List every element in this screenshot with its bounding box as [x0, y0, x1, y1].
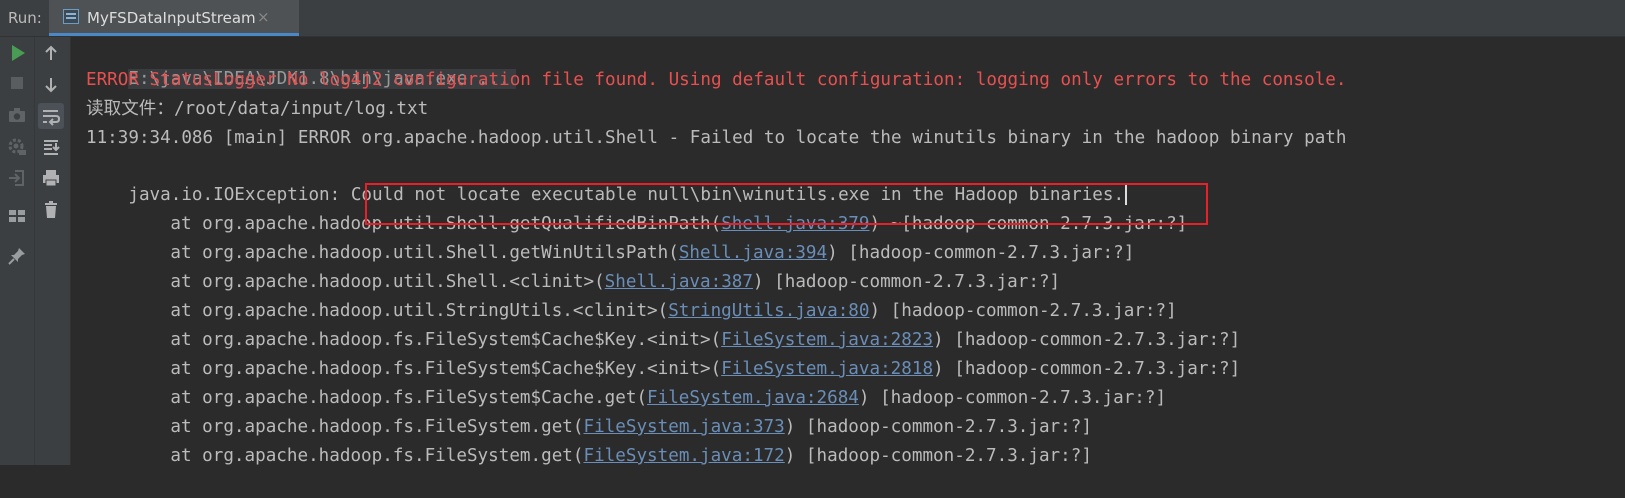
toolbar-divider [34, 37, 35, 465]
stack-frame: at org.apache.hadoop.util.Shell.<clinit>… [170, 272, 1061, 292]
settings-icon[interactable] [4, 134, 30, 160]
read-file-line: 读取文件：/root/data/input/log.txt [86, 99, 429, 119]
run-toolbar [0, 37, 71, 465]
source-link[interactable]: FileSystem.java:172 [583, 446, 784, 466]
login-icon[interactable] [4, 165, 30, 191]
tab-label: MyFSDataInputStream [87, 9, 256, 27]
stop-icon[interactable] [4, 70, 30, 96]
console-output[interactable]: E:\java\IDEA\JDK1.8\bin\java.exe ... ERR… [71, 37, 1625, 466]
stack-frame: at org.apache.hadoop.fs.FileSystem.get(F… [170, 446, 1092, 466]
tab-myfsdatainputstream[interactable]: MyFSDataInputStream × [49, 0, 299, 36]
pin-icon[interactable] [4, 243, 30, 269]
exception-line: java.io.IOException: Could not locate ex… [86, 153, 1128, 205]
camera-icon[interactable] [4, 102, 30, 128]
annotation-highlight-box [365, 183, 1208, 225]
console-tab-icon [63, 9, 79, 24]
stack-frame: at org.apache.hadoop.fs.FileSystem$Cache… [170, 330, 1241, 350]
stack-frame: at org.apache.hadoop.fs.FileSystem$Cache… [170, 359, 1241, 379]
log4j-error-line: ERROR StatusLogger No log4j2 configurati… [86, 70, 1347, 90]
stack-frame: at org.apache.hadoop.fs.FileSystem$Cache… [170, 388, 1167, 408]
run-icon[interactable] [4, 40, 30, 66]
stack-frame: at org.apache.hadoop.util.StringUtils.<c… [170, 301, 1177, 321]
soft-wrap-icon[interactable] [38, 103, 64, 129]
run-tool-window-header: Run: MyFSDataInputStream × [0, 0, 1625, 37]
print-icon[interactable] [38, 165, 64, 191]
scroll-to-end-icon[interactable] [38, 134, 64, 160]
close-icon[interactable]: × [257, 8, 270, 26]
stack-frame: at org.apache.hadoop.fs.FileSystem.get(F… [170, 417, 1092, 437]
run-label: Run: [8, 9, 42, 27]
arrow-down-icon[interactable] [38, 72, 64, 98]
layout-icon[interactable] [4, 203, 30, 229]
arrow-up-icon[interactable] [38, 40, 64, 66]
shell-error-line: 11:39:34.086 [main] ERROR org.apache.had… [86, 128, 1347, 148]
command-line[interactable]: E:\java\IDEA\JDK1.8\bin\java.exe ... [86, 37, 516, 89]
trash-icon[interactable] [38, 197, 64, 223]
